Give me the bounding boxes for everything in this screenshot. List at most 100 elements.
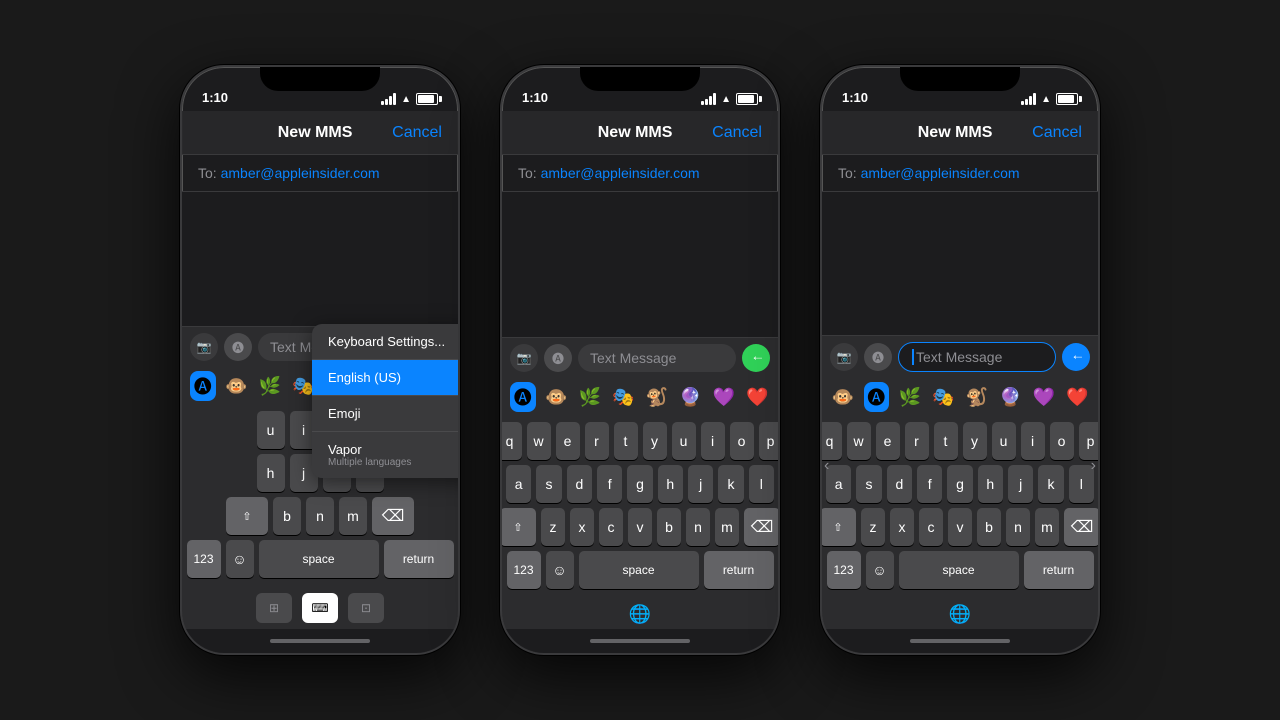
kbd-switch-btn-1a[interactable]: ⊞: [256, 593, 292, 623]
message-area-1[interactable]: [182, 192, 458, 326]
emoji-item-2[interactable]: 🐵: [224, 371, 250, 401]
send-button-3[interactable]: ↑: [1062, 343, 1090, 371]
key-q-2[interactable]: q: [500, 422, 522, 460]
cancel-button-1[interactable]: Cancel: [392, 124, 442, 142]
emoji-item-1[interactable]: 🅐: [190, 371, 216, 401]
key-e-2[interactable]: e: [556, 422, 580, 460]
apps-icon-2[interactable]: 🅐: [544, 344, 572, 372]
swipe-right-arrow-3[interactable]: ›: [1091, 457, 1096, 475]
key-y-3[interactable]: y: [963, 422, 987, 460]
key-return-3[interactable]: return: [1024, 551, 1094, 589]
text-input-2[interactable]: Text Message: [578, 344, 736, 372]
send-button-2[interactable]: ↑: [742, 344, 770, 372]
emoji-2-2[interactable]: 🐵: [544, 382, 570, 412]
key-f-2[interactable]: f: [597, 465, 622, 503]
camera-icon-2[interactable]: 📷: [510, 344, 538, 372]
emoji-3-5[interactable]: 🐒: [964, 382, 990, 412]
key-r-3[interactable]: r: [905, 422, 929, 460]
key-e-3[interactable]: e: [876, 422, 900, 460]
key-b-3[interactable]: b: [977, 508, 1001, 546]
key-f-3[interactable]: f: [917, 465, 942, 503]
key-z-3[interactable]: z: [861, 508, 885, 546]
emoji-2-8[interactable]: ❤️: [745, 382, 771, 412]
key-g-2[interactable]: g: [627, 465, 652, 503]
key-n-2[interactable]: n: [686, 508, 710, 546]
emoji-2-4[interactable]: 🎭: [611, 382, 637, 412]
key-delete-1[interactable]: ⌫: [372, 497, 414, 535]
key-i-3[interactable]: i: [1021, 422, 1045, 460]
key-d-3[interactable]: d: [887, 465, 912, 503]
key-r-2[interactable]: r: [585, 422, 609, 460]
swipe-left-arrow-3[interactable]: ‹: [824, 457, 829, 475]
emoji-3-6[interactable]: 🔮: [998, 382, 1024, 412]
key-delete-2[interactable]: ⌫: [744, 508, 780, 546]
menu-keyboard-settings[interactable]: Keyboard Settings...: [312, 324, 460, 360]
key-p-3[interactable]: p: [1079, 422, 1101, 460]
emoji-2-3[interactable]: 🌿: [577, 382, 603, 412]
kbd-switch-btn-1c[interactable]: ⊡: [348, 593, 384, 623]
emoji-3-1[interactable]: 🐵: [830, 382, 856, 412]
emoji-3-2[interactable]: 🅐: [864, 382, 890, 412]
key-w-3[interactable]: w: [847, 422, 871, 460]
key-k-2[interactable]: k: [718, 465, 743, 503]
key-space-3[interactable]: space: [899, 551, 1019, 589]
emoji-2-5[interactable]: 🐒: [644, 382, 670, 412]
key-m-3[interactable]: m: [1035, 508, 1059, 546]
key-t-2[interactable]: t: [614, 422, 638, 460]
key-space-1[interactable]: space: [259, 540, 379, 578]
emoji-3-8[interactable]: ❤️: [1065, 382, 1091, 412]
apps-icon-1[interactable]: 🅐: [224, 333, 252, 361]
emoji-2-6[interactable]: 🔮: [678, 382, 704, 412]
globe-icon-2[interactable]: 🌐: [629, 604, 651, 625]
key-g-3[interactable]: g: [947, 465, 972, 503]
key-o-2[interactable]: o: [730, 422, 754, 460]
key-c-3[interactable]: c: [919, 508, 943, 546]
apps-icon-3[interactable]: 🅐: [864, 343, 892, 371]
key-m-2[interactable]: m: [715, 508, 739, 546]
key-emoji-3[interactable]: ☺: [866, 551, 894, 589]
emoji-3-7[interactable]: 💜: [1031, 382, 1057, 412]
emoji-2-1[interactable]: 🅐: [510, 382, 536, 412]
key-y-2[interactable]: y: [643, 422, 667, 460]
key-s-3[interactable]: s: [856, 465, 881, 503]
kbd-switch-btn-1b[interactable]: ⌨: [302, 593, 338, 623]
key-s-2[interactable]: s: [536, 465, 561, 503]
key-v-2[interactable]: v: [628, 508, 652, 546]
key-x-3[interactable]: x: [890, 508, 914, 546]
text-input-3[interactable]: Text Message: [898, 342, 1056, 372]
key-j-2[interactable]: j: [688, 465, 713, 503]
key-x-2[interactable]: x: [570, 508, 594, 546]
message-area-2[interactable]: [502, 192, 778, 337]
key-p-2[interactable]: p: [759, 422, 781, 460]
key-delete-3[interactable]: ⌫: [1064, 508, 1100, 546]
key-shift-1[interactable]: ⇧: [226, 497, 268, 535]
key-z-2[interactable]: z: [541, 508, 565, 546]
key-l-2[interactable]: l: [749, 465, 774, 503]
key-k-3[interactable]: k: [1038, 465, 1063, 503]
key-h-1[interactable]: h: [257, 454, 285, 492]
key-i-2[interactable]: i: [701, 422, 725, 460]
emoji-item-3[interactable]: 🌿: [257, 371, 283, 401]
key-b-1[interactable]: b: [273, 497, 301, 535]
key-return-1[interactable]: return: [384, 540, 454, 578]
message-area-3[interactable]: [822, 192, 1098, 335]
key-t-3[interactable]: t: [934, 422, 958, 460]
emoji-3-3[interactable]: 🌿: [897, 382, 923, 412]
emoji-3-4[interactable]: 🎭: [931, 382, 957, 412]
key-u-1[interactable]: u: [257, 411, 285, 449]
key-v-3[interactable]: v: [948, 508, 972, 546]
camera-icon-1[interactable]: 📷: [190, 333, 218, 361]
key-a-3[interactable]: a: [826, 465, 851, 503]
key-j-3[interactable]: j: [1008, 465, 1033, 503]
key-o-3[interactable]: o: [1050, 422, 1074, 460]
key-emoji-2[interactable]: ☺: [546, 551, 574, 589]
emoji-2-7[interactable]: 💜: [711, 382, 737, 412]
key-q-3[interactable]: q: [820, 422, 842, 460]
key-123-3[interactable]: 123: [827, 551, 861, 589]
menu-english-us[interactable]: English (US): [312, 360, 460, 396]
camera-icon-3[interactable]: 📷: [830, 343, 858, 371]
key-return-2[interactable]: return: [704, 551, 774, 589]
menu-emoji[interactable]: Emoji: [312, 396, 460, 432]
key-c-2[interactable]: c: [599, 508, 623, 546]
key-123-2[interactable]: 123: [507, 551, 541, 589]
